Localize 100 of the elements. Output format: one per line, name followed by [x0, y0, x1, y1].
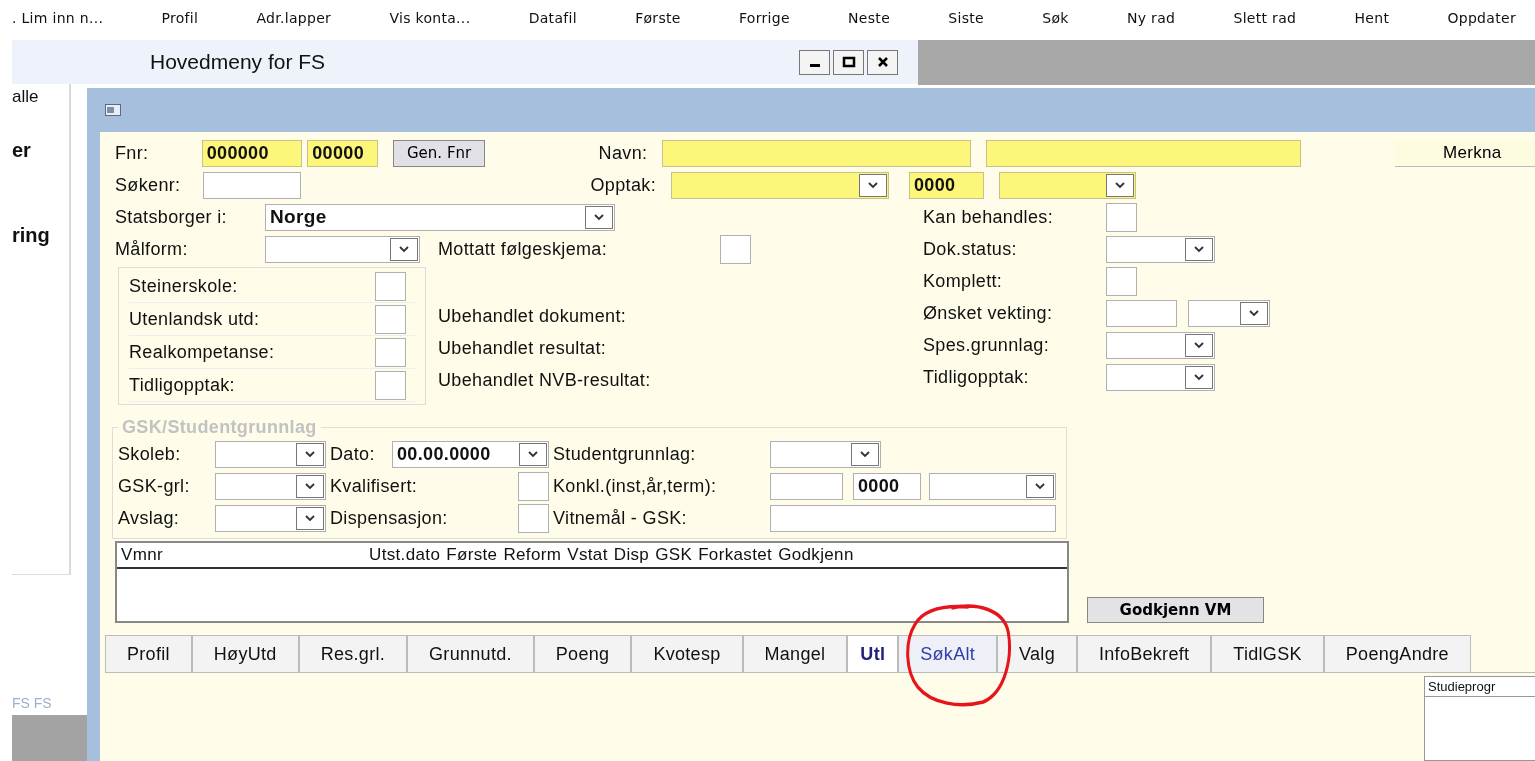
toolbar-item[interactable]: Slett rad [1229, 10, 1301, 26]
input-field[interactable] [770, 472, 843, 500]
tab[interactable]: PoengAndre [1323, 635, 1471, 672]
field-label: Tidligopptak: [129, 374, 236, 396]
input-field[interactable] [770, 504, 1056, 532]
checkbox[interactable] [518, 503, 549, 533]
chevron-icon [1193, 341, 1205, 349]
dropdown-field[interactable] [215, 472, 326, 500]
toolbar-item[interactable]: Forrige [734, 10, 794, 26]
input-field[interactable]: 0000 [853, 472, 921, 500]
checkbox[interactable] [1106, 202, 1137, 232]
tab[interactable]: Poeng [533, 635, 632, 672]
close-button[interactable] [867, 49, 898, 75]
tab[interactable]: TidlGSK [1211, 635, 1324, 672]
toolbar-item[interactable]: Siste [944, 10, 988, 26]
dropdown-field[interactable] [929, 472, 1056, 500]
checkbox[interactable] [518, 471, 549, 501]
checkbox[interactable] [1106, 266, 1137, 296]
tab[interactable]: HøyUtd [191, 635, 299, 672]
toolbar-item[interactable]: Neste [844, 10, 895, 26]
maximize-icon [841, 55, 856, 69]
field-label: GSK-grl: [118, 475, 191, 497]
checkbox[interactable] [375, 271, 406, 301]
window-title: Hovedmeny for FS [150, 50, 326, 74]
column-header[interactable]: Disp [613, 545, 650, 565]
menu-item[interactable]: ring [12, 224, 50, 247]
dropdown-field[interactable] [1106, 363, 1215, 391]
checkbox[interactable] [720, 234, 751, 264]
menu-item[interactable]: alle [12, 87, 39, 107]
window-icon [105, 104, 121, 116]
minimize-button[interactable] [799, 49, 830, 75]
toolbar-item[interactable]: Første [631, 10, 685, 26]
dropdown-field[interactable] [770, 440, 881, 468]
approve-button[interactable]: Godkjenn VM [1087, 597, 1264, 623]
dropdown-field[interactable] [671, 171, 889, 199]
field-label: Studentgrunnlag: [553, 443, 697, 465]
field-label: Realkompetanse: [129, 341, 276, 363]
chevron-icon [859, 450, 871, 458]
input-field[interactable] [1106, 299, 1177, 327]
input-field[interactable]: 00000 [307, 139, 379, 167]
status-label: Ubehandlet dokument: [438, 305, 627, 327]
column-header[interactable]: Første [446, 545, 498, 565]
toolbar-item[interactable]: Adr.lapper [252, 10, 336, 26]
toolbar-item[interactable]: Datafil [524, 10, 581, 26]
chevron-icon [593, 213, 605, 221]
input-field[interactable] [662, 139, 971, 167]
dropdown-field[interactable] [265, 235, 420, 263]
column-header[interactable]: Vmnr [121, 545, 363, 565]
field-label: Dato: [330, 443, 376, 465]
checkbox[interactable] [375, 370, 406, 400]
toolbar-item[interactable]: Oppdater [1443, 10, 1520, 26]
toolbar-item[interactable]: Vis konta... [385, 10, 475, 26]
dropdown-field[interactable] [1106, 235, 1215, 263]
checkbox[interactable] [375, 337, 406, 367]
tab[interactable]: Valg [997, 635, 1077, 672]
tab[interactable]: InfoBekreft [1076, 635, 1212, 672]
field-label: Avslag: [118, 507, 181, 529]
column-header[interactable]: Utst.dato [369, 545, 441, 565]
field-label: Statsborger i: [115, 206, 228, 228]
column-header[interactable]: Reform [503, 545, 562, 565]
field-label: Skoleb: [118, 443, 182, 465]
chevron-icon [1193, 373, 1205, 381]
tab[interactable]: Kvotesp [631, 635, 743, 672]
column-header[interactable]: Vstat [567, 545, 608, 565]
column-header[interactable]: Forkastet [698, 545, 773, 565]
field-label: Vitnemål - GSK: [553, 507, 688, 529]
note-button[interactable]: Merkna [1395, 139, 1535, 167]
checkbox[interactable] [375, 304, 406, 334]
dropdown-field[interactable] [1188, 299, 1270, 327]
input-field[interactable]: 0000 [909, 171, 984, 199]
chevron-icon [527, 450, 539, 458]
chevron-icon [304, 450, 316, 458]
toolbar-item[interactable]: Hent [1350, 10, 1394, 26]
generate-button[interactable]: Gen. Fnr [393, 139, 485, 167]
tab[interactable]: Profil [105, 635, 192, 672]
input-field[interactable] [203, 171, 301, 199]
tab[interactable]: Res.grl. [298, 635, 408, 672]
dropdown-field[interactable] [215, 504, 326, 532]
input-field[interactable] [985, 139, 1301, 167]
dropdown-field[interactable] [215, 440, 326, 468]
input-field[interactable]: 000000 [201, 139, 303, 167]
dropdown-field[interactable]: 00.00.0000 [392, 440, 549, 468]
toolbar-item[interactable]: Profil [157, 10, 203, 26]
tab[interactable]: Utl [847, 635, 899, 672]
dropdown-field[interactable] [1106, 331, 1215, 359]
toolbar-item[interactable]: Søk [1038, 10, 1073, 26]
toolbar-item[interactable]: Ny rad [1123, 10, 1180, 26]
field-label: Fnr: [115, 142, 150, 164]
tab[interactable]: SøkAlt [898, 635, 998, 672]
dropdown-field[interactable] [999, 171, 1136, 199]
toolbar-item[interactable]: . Lim inn n... [8, 10, 108, 26]
maximize-button[interactable] [833, 49, 864, 75]
field-label: Mottatt følgeskjema: [438, 238, 609, 260]
menu-item[interactable]: er [12, 139, 31, 162]
column-header[interactable]: GSK [655, 545, 693, 565]
column-header[interactable]: Godkjenn [778, 545, 854, 565]
dropdown-field[interactable]: Norge [265, 203, 615, 231]
tab[interactable]: Grunnutd. [407, 635, 534, 672]
minimize-icon [809, 63, 820, 67]
tab[interactable]: Mangel [742, 635, 848, 672]
